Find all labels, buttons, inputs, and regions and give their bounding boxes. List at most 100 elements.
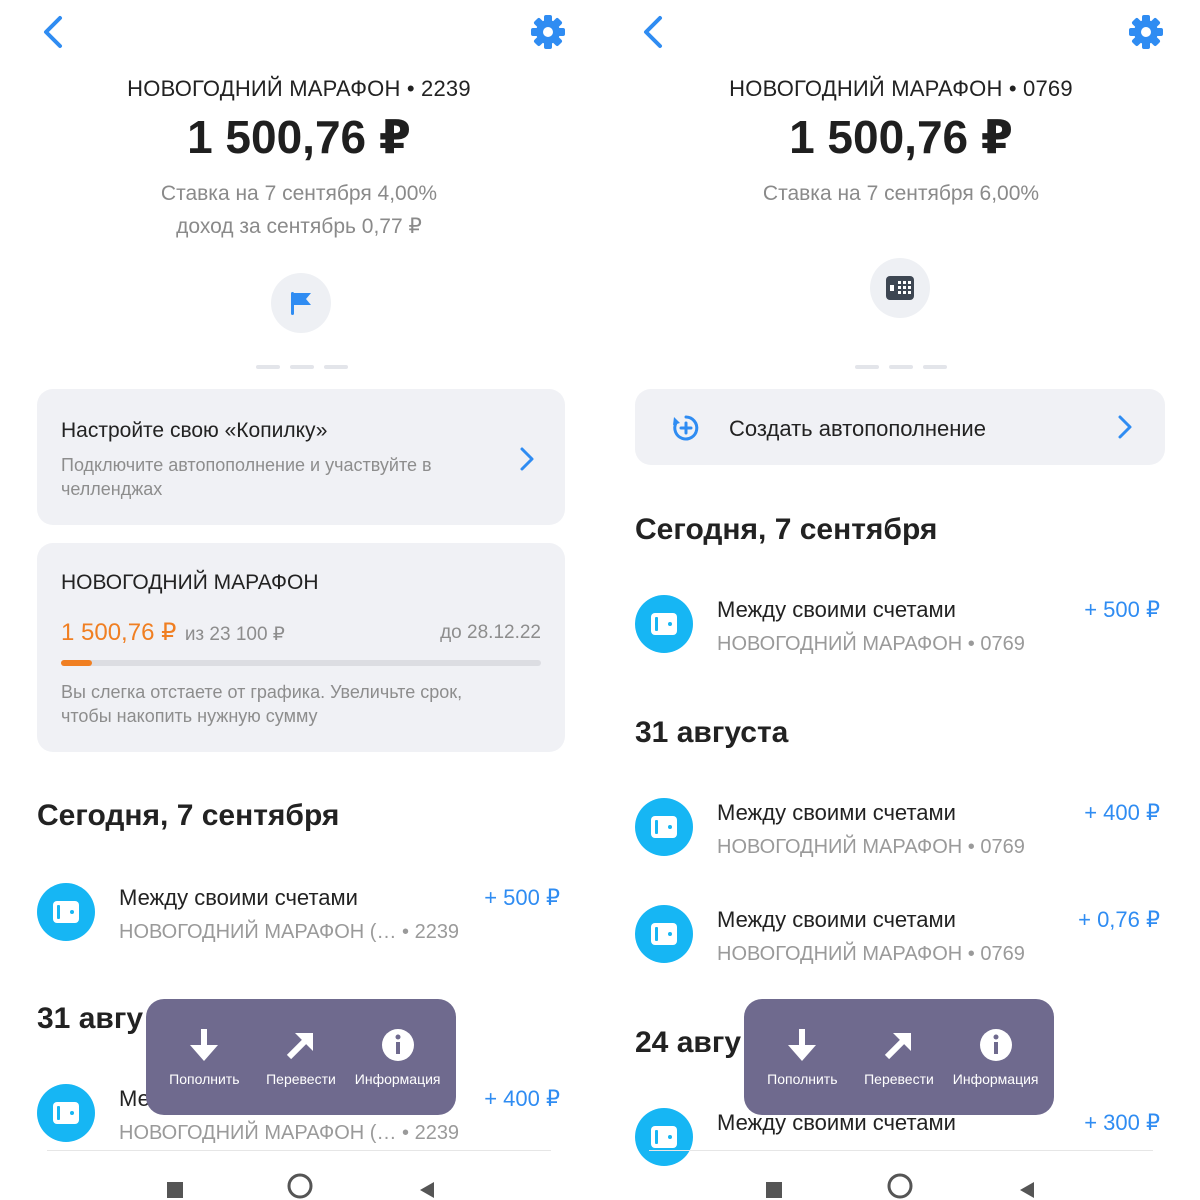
transaction-amount: + 400 ₽ [1084,800,1160,825]
chevron-right-icon [1118,415,1132,439]
promo-card[interactable]: Настройте свою «Копилку» Подключите авто… [37,389,565,525]
arrow-up-right-icon [286,1033,313,1060]
account-type-badge[interactable] [870,258,930,318]
transaction-row[interactable]: Между своими счетами НОВОГОДНИЙ МАРАФОН … [635,905,1160,975]
transaction-amount: + 400 ₽ [484,1086,560,1111]
transaction-account: НОВОГОДНИЙ МАРАФОН • 0769 [717,836,1025,858]
info-icon [979,1029,1012,1061]
chevron-right-icon [520,447,534,471]
transaction-row[interactable]: Между своими счетами НОВОГОДНИЙ МАРАФОН … [635,798,1160,868]
info-icon [381,1029,414,1061]
section-heading: Сегодня, 7 сентября [37,799,340,832]
top-bar [0,0,598,64]
right-screen: НОВОГОДНИЙ МАРАФОН • 0769 1 500,76 ₽ Ста… [602,0,1200,1200]
goal-note-line2: чтобы накопить нужную сумму [61,706,318,726]
goal-title: НОВОГОДНИЙ МАРАФОН [61,571,319,594]
topup-button[interactable]: Пополнить [756,1027,848,1087]
wallet-icon [635,798,693,856]
flag-icon [291,292,311,315]
transaction-row[interactable]: Между своими счетами + 300 ₽ [635,1108,1160,1178]
transaction-amount: + 0,76 ₽ [1078,907,1160,932]
gear-icon [531,15,565,49]
interest-rate: Ставка на 7 сентября 4,00% [160,182,438,205]
wallet-icon [37,883,95,941]
promo-title: Настройте свою «Копилку» [61,419,328,442]
settings-button[interactable] [528,12,568,52]
section-heading: 31 авгу [37,1002,144,1035]
account-balance: 1 500,76 ₽ [187,111,411,163]
info-button[interactable]: Информация [352,1027,444,1087]
goal-deadline: до 28.12.22 [440,622,541,643]
wallet-icon [635,595,693,653]
interest-rate: Ставка на 7 сентября 6,00% [762,182,1040,205]
transaction-account: НОВОГОДНИЙ МАРАФОН • 0769 [717,633,1025,655]
recents-icon[interactable] [165,1178,185,1198]
action-label: Перевести [864,1071,934,1087]
transaction-row[interactable]: Между своими счетами НОВОГОДНИЙ МАРАФОН … [37,883,560,953]
transaction-account: НОВОГОДНИЙ МАРАФОН • 0769 [717,943,1025,965]
arrow-down-icon [788,1029,817,1061]
home-icon[interactable] [886,1172,914,1200]
goal-progress-fill [61,660,93,666]
system-nav-bar [0,1170,598,1200]
action-label: Пополнить [767,1071,838,1087]
arrow-down-icon [190,1029,219,1061]
info-button[interactable]: Информация [950,1027,1042,1087]
left-screen: НОВОГОДНИЙ МАРАФОН • 2239 1 500,76 ₽ Ста… [0,0,598,1200]
transaction-title: Между своими счетами [717,907,956,932]
chevron-left-icon [644,16,662,48]
transfer-button[interactable]: Перевести [255,1027,347,1087]
action-label: Перевести [266,1071,336,1087]
action-bar: Пополнить Перевести Информация [744,999,1054,1115]
promo-subtitle-line2: челленджах [61,479,163,499]
arrow-up-right-icon [884,1033,911,1060]
goal-amount-row: 1 500,76 ₽ из 23 100 ₽ [61,618,285,647]
section-heading: 24 авгу [635,1026,742,1059]
account-title: НОВОГОДНИЙ МАРАФОН • 2239 [127,76,471,101]
transaction-title: Между своими счетами [717,597,956,622]
transaction-amount: + 500 ₽ [484,885,560,910]
goal-card[interactable]: НОВОГОДНИЙ МАРАФОН 1 500,76 ₽ из 23 100 … [37,543,565,752]
goal-current-amount: 1 500,76 ₽ [61,619,177,646]
system-nav-bar [602,1170,1200,1200]
nav-divider [649,1150,1153,1151]
topup-button[interactable]: Пополнить [158,1027,250,1087]
wallet-icon [635,905,693,963]
recents-icon[interactable] [764,1178,784,1198]
wallet-icon [37,1084,95,1142]
transaction-title: Между своими счетами [717,800,956,825]
home-icon[interactable] [286,1172,314,1200]
promo-subtitle-line1: Подключите автопополнение и участвуйте в [61,455,432,475]
goal-target-amount: из 23 100 ₽ [184,624,285,645]
gear-icon [1129,15,1163,49]
top-bar [602,0,1200,64]
goal-progress-track [61,660,541,666]
account-balance: 1 500,76 ₽ [789,111,1013,163]
deposit-icon [886,276,914,300]
transaction-amount: + 300 ₽ [1084,1110,1160,1135]
page-indicator [855,365,947,369]
transaction-amount: + 500 ₽ [1084,597,1160,622]
autofill-card[interactable]: Создать автопополнение [635,389,1165,465]
settings-button[interactable] [1126,12,1166,52]
action-label: Информация [354,1071,441,1087]
wallet-icon [635,1108,693,1166]
action-label: Пополнить [169,1071,240,1087]
back-button[interactable] [638,12,674,52]
chevron-left-icon [44,16,62,48]
account-type-badge[interactable] [271,273,331,333]
transaction-account: НОВОГОДНИЙ МАРАФОН (… • 2239 [119,1122,460,1144]
account-title: НОВОГОДНИЙ МАРАФОН • 0769 [729,76,1073,101]
back-button[interactable] [38,12,74,52]
action-label: Информация [952,1071,1039,1087]
back-nav-icon[interactable] [416,1178,436,1198]
back-nav-icon[interactable] [1016,1178,1036,1198]
autofill-icon [673,415,699,441]
section-heading: 31 августа [635,716,789,749]
transfer-button[interactable]: Перевести [853,1027,945,1087]
nav-divider [47,1150,551,1151]
transaction-row[interactable]: Между своими счетами НОВОГОДНИЙ МАРАФОН … [635,595,1160,665]
monthly-income: доход за сентябрь 0,77 ₽ [176,215,422,238]
goal-note-line1: Вы слегка отстаете от графика. Увеличьте… [61,682,463,702]
transaction-title: Между своими счетами [119,885,358,910]
